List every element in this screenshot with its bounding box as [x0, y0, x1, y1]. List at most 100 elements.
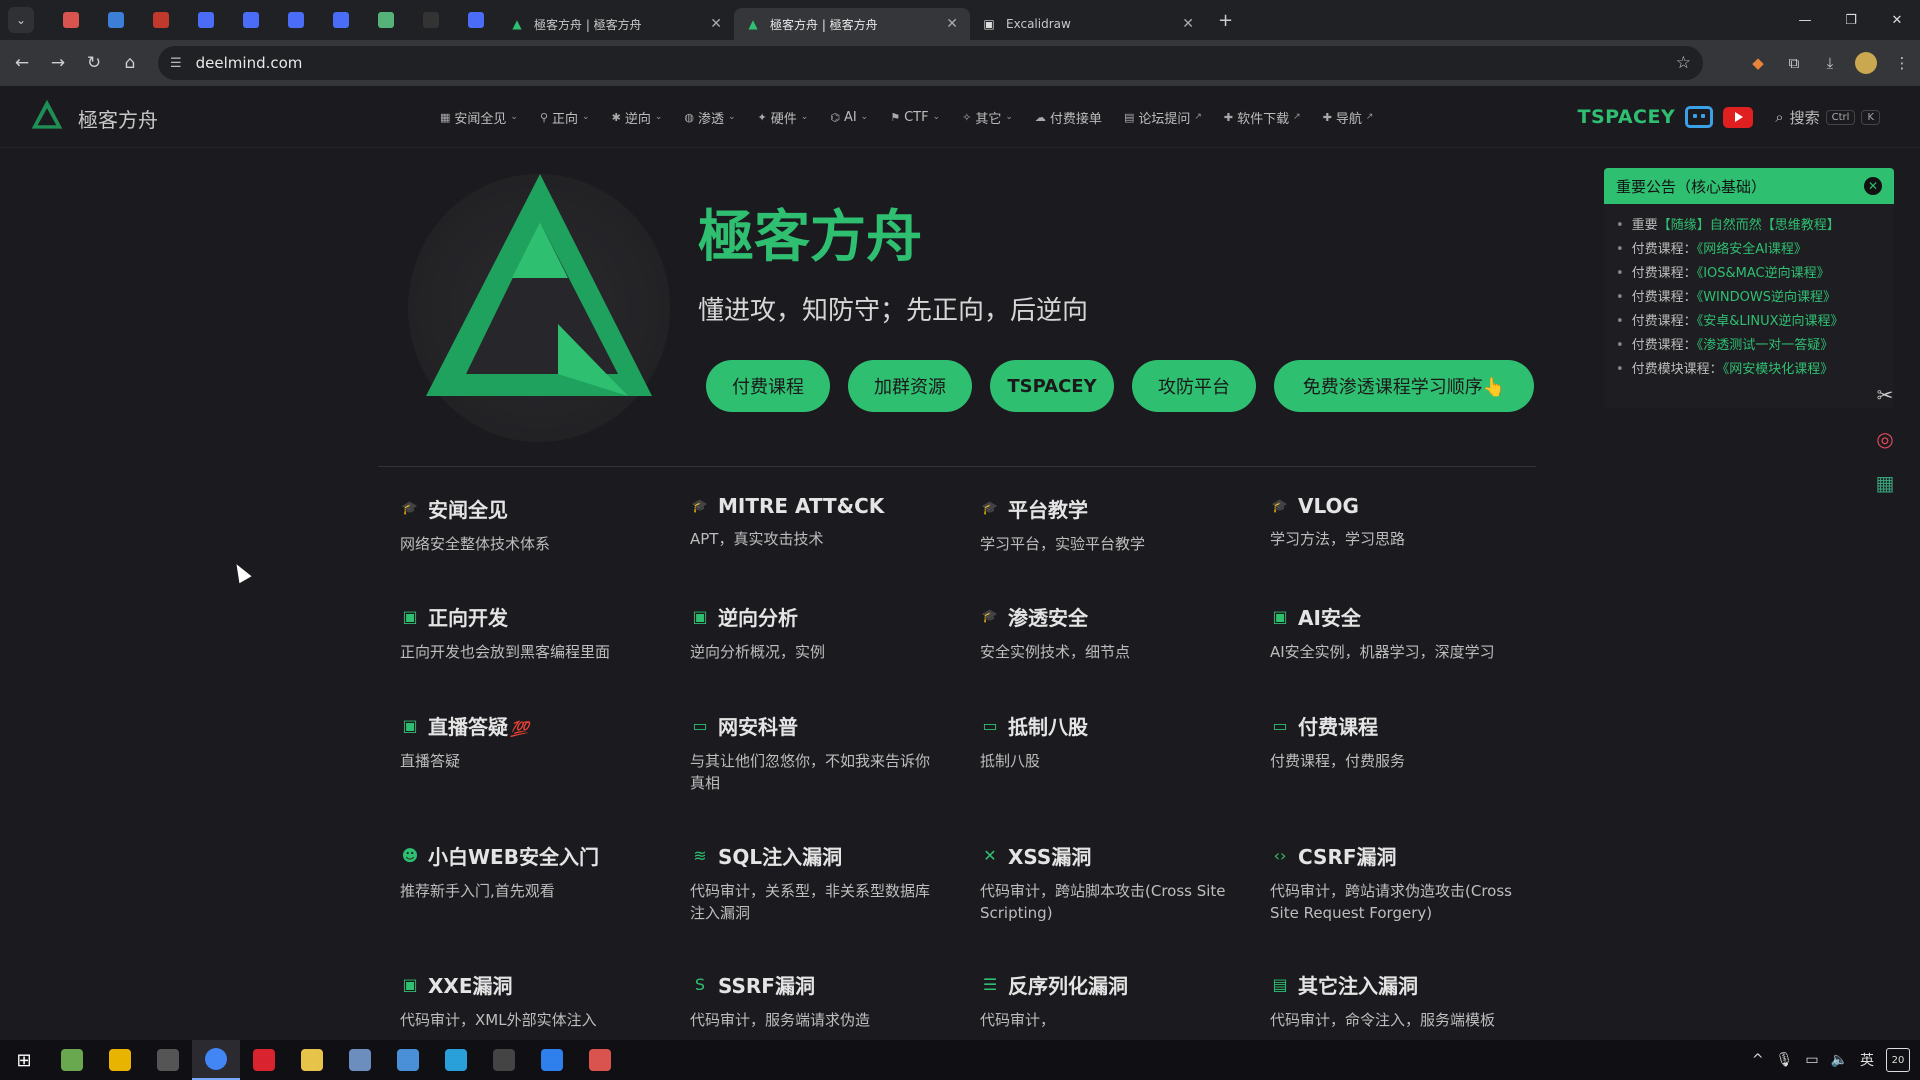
nav-item-9[interactable]: ▤ 论坛提问 ↗ [1124, 108, 1202, 127]
site-info-icon[interactable]: ☰ [170, 56, 182, 71]
taskbar-app[interactable] [288, 1040, 336, 1080]
feature-card[interactable]: ▣ 逆向分析 逆向分析概况，实例 [690, 602, 940, 663]
nav-item-5[interactable]: ⌬ AI ⌄ [830, 110, 868, 125]
pinned-tab[interactable] [138, 0, 183, 40]
announcement-item[interactable]: 重要【随缘】自然而然【思维教程】 [1616, 214, 1894, 238]
announcement-item[interactable]: 付费模块课程：《网安模块化课程》 [1616, 358, 1894, 382]
taskbar-app[interactable] [96, 1040, 144, 1080]
pinned-tab[interactable] [228, 0, 273, 40]
feature-card[interactable]: ✕ XSS漏洞 代码审计，跨站脚本攻击(Cross Site Scripting) [980, 841, 1230, 924]
reload-icon[interactable]: ↻ [76, 45, 112, 81]
join-group-button[interactable]: 加群资源 [848, 360, 972, 412]
browser-tab-1[interactable]: ▲ 極客方舟 | 極客方舟 ✕ [498, 8, 734, 40]
taskbar-app[interactable] [48, 1040, 96, 1080]
bilibili-icon[interactable] [1685, 106, 1714, 128]
youtube-icon[interactable] [1723, 106, 1754, 128]
announcement-link[interactable]: 《渗透测试一对一答疑》 [1697, 338, 1834, 353]
notification-icon[interactable]: 20 [1886, 1048, 1910, 1072]
pinned-tab[interactable] [93, 0, 138, 40]
paid-course-button[interactable]: 付费课程 [706, 360, 830, 412]
taskbar-app[interactable] [432, 1040, 480, 1080]
pinned-tab[interactable] [273, 0, 318, 40]
microphone-icon[interactable]: 🎙 [1776, 1052, 1794, 1068]
announcement-link[interactable]: 《网安模块化课程》 [1723, 362, 1834, 377]
pinned-tab[interactable] [48, 0, 93, 40]
tool-scissors-icon[interactable]: ✂ [1870, 380, 1900, 410]
taskbar-app[interactable] [192, 1040, 240, 1080]
extensions-puzzle-icon[interactable]: ⧉ [1776, 45, 1812, 81]
taskbar-app[interactable] [240, 1040, 288, 1080]
download-icon[interactable]: ⤓ [1812, 45, 1848, 81]
feature-card[interactable]: ▣ 正向开发 正向开发也会放到黑客编程里面 [400, 602, 650, 663]
feature-card[interactable]: ‹› CSRF漏洞 代码审计，跨站请求伪造攻击(Cross Site Request… [1270, 841, 1520, 924]
target-icon[interactable]: ◎ [1870, 424, 1900, 454]
site-logo-text[interactable]: 極客方舟 [78, 104, 158, 133]
close-tab-icon[interactable]: ✕ [946, 16, 958, 32]
browser-menu-icon[interactable]: ⋮ [1884, 45, 1920, 81]
announcement-item[interactable]: 付费课程：《WINDOWS逆向课程》 [1616, 286, 1894, 310]
feature-card[interactable]: S SSRF漏洞 代码审计，服务端请求伪造 [690, 970, 940, 1031]
nav-item-4[interactable]: ✦ 硬件 ⌄ [758, 108, 809, 127]
feature-card[interactable]: 🎓 MITRE ATT&CK APT，真实攻击技术 [690, 494, 940, 550]
attack-defense-platform-button[interactable]: 攻防平台 [1132, 360, 1256, 412]
brand-link[interactable]: TSPACEY [1578, 106, 1676, 128]
taskbar-app[interactable] [528, 1040, 576, 1080]
search-button[interactable]: ⌕ 搜索 Ctrl K [1775, 107, 1880, 128]
pinned-tab[interactable] [183, 0, 228, 40]
home-icon[interactable]: ⌂ [112, 45, 148, 81]
pinned-tab[interactable] [318, 0, 363, 40]
taskbar-app[interactable] [336, 1040, 384, 1080]
feature-card[interactable]: 🎓 平台教学 学习平台，实验平台教学 [980, 494, 1230, 555]
tspacey-button[interactable]: TSPACEY [990, 360, 1114, 412]
announcement-link[interactable]: 《IOS&MAC逆向课程》 [1697, 266, 1830, 281]
tab-search-icon[interactable]: ⌄ [8, 7, 34, 33]
pinned-tab[interactable] [363, 0, 408, 40]
feature-card[interactable]: ▭ 网安科普 与其让他们忽悠你，不如我来告诉你真相 [690, 711, 940, 794]
volume-icon[interactable]: 🔈 [1831, 1052, 1848, 1068]
map-icon[interactable]: ▦ [1870, 468, 1900, 498]
feature-card[interactable]: ▣ XXE漏洞 代码审计，XML外部实体注入 [400, 970, 650, 1031]
nav-item-8[interactable]: ☁ 付费接单 [1035, 108, 1102, 127]
announcement-item[interactable]: 付费课程：《渗透测试一对一答疑》 [1616, 334, 1894, 358]
nav-item-6[interactable]: ⚑ CTF ⌄ [890, 110, 940, 125]
nav-item-0[interactable]: ▦ 安闻全见 ⌄ [440, 108, 518, 127]
close-window-icon[interactable]: ✕ [1874, 0, 1920, 40]
feature-card[interactable]: ▤ 其它注入漏洞 代码审计，命令注入，服务端模板 [1270, 970, 1520, 1031]
close-tab-icon[interactable]: ✕ [1182, 16, 1194, 32]
feature-card[interactable]: ▣ AI安全 AI安全实例，机器学习，深度学习 [1270, 602, 1520, 663]
network-icon[interactable]: ▭ [1805, 1052, 1818, 1068]
pinned-tab[interactable] [453, 0, 498, 40]
url-bar[interactable]: ☰ deelmind.com ☆ [158, 46, 1703, 80]
taskbar-app[interactable] [576, 1040, 624, 1080]
input-language[interactable]: 英 [1860, 1050, 1874, 1070]
nav-item-7[interactable]: ✧ 其它 ⌄ [962, 108, 1013, 127]
pinned-tab[interactable] [408, 0, 453, 40]
browser-tab-3[interactable]: ▣ Excalidraw ✕ [970, 8, 1206, 40]
windows-start-icon[interactable]: ⊞ [0, 1040, 48, 1080]
back-icon[interactable]: ← [4, 45, 40, 81]
announcement-item[interactable]: 付费课程：《IOS&MAC逆向课程》 [1616, 262, 1894, 286]
announcement-link[interactable]: 《WINDOWS逆向课程》 [1697, 290, 1836, 305]
site-logo-icon[interactable] [30, 98, 64, 132]
taskbar-app[interactable] [144, 1040, 192, 1080]
nav-item-11[interactable]: ✚ 导航 ↗ [1323, 108, 1374, 127]
feature-card[interactable]: ▣ 直播答疑 💯 直播答疑 [400, 711, 650, 772]
feature-card[interactable]: 🎓 渗透安全 安全实例技术，细节点 [980, 602, 1230, 663]
minimize-icon[interactable]: — [1782, 0, 1828, 40]
close-tab-icon[interactable]: ✕ [710, 16, 722, 32]
feature-card[interactable]: ☻ 小白WEB安全入门 推荐新手入门,首先观看 [400, 841, 650, 902]
feature-card[interactable]: 🎓 安闻全见 网络安全整体技术体系 [400, 494, 650, 555]
close-icon[interactable]: ✕ [1864, 177, 1882, 195]
announcement-link[interactable]: 【随缘】自然而然【思维教程】 [1658, 218, 1840, 233]
feature-card[interactable]: 🎓 VLOG 学习方法，学习思路 [1270, 494, 1520, 550]
nav-item-2[interactable]: ✱ 逆向 ⌄ [612, 108, 663, 127]
tray-expand-icon[interactable]: ^ [1752, 1052, 1764, 1068]
new-tab-icon[interactable]: + [1218, 10, 1233, 31]
browser-tab-2[interactable]: ▲ 極客方舟 | 極客方舟 ✕ [734, 8, 970, 40]
announcement-item[interactable]: 付费课程：《网络安全AI课程》 [1616, 238, 1894, 262]
feature-card[interactable]: ≋ SQL注入漏洞 代码审计，关系型，非关系型数据库注入漏洞 [690, 841, 940, 924]
feature-card[interactable]: ▭ 抵制八股 抵制八股 [980, 711, 1230, 772]
profile-avatar[interactable] [1855, 52, 1877, 74]
restore-icon[interactable]: ❐ [1828, 0, 1874, 40]
announcement-link[interactable]: 《安卓&LINUX逆向课程》 [1697, 314, 1844, 329]
